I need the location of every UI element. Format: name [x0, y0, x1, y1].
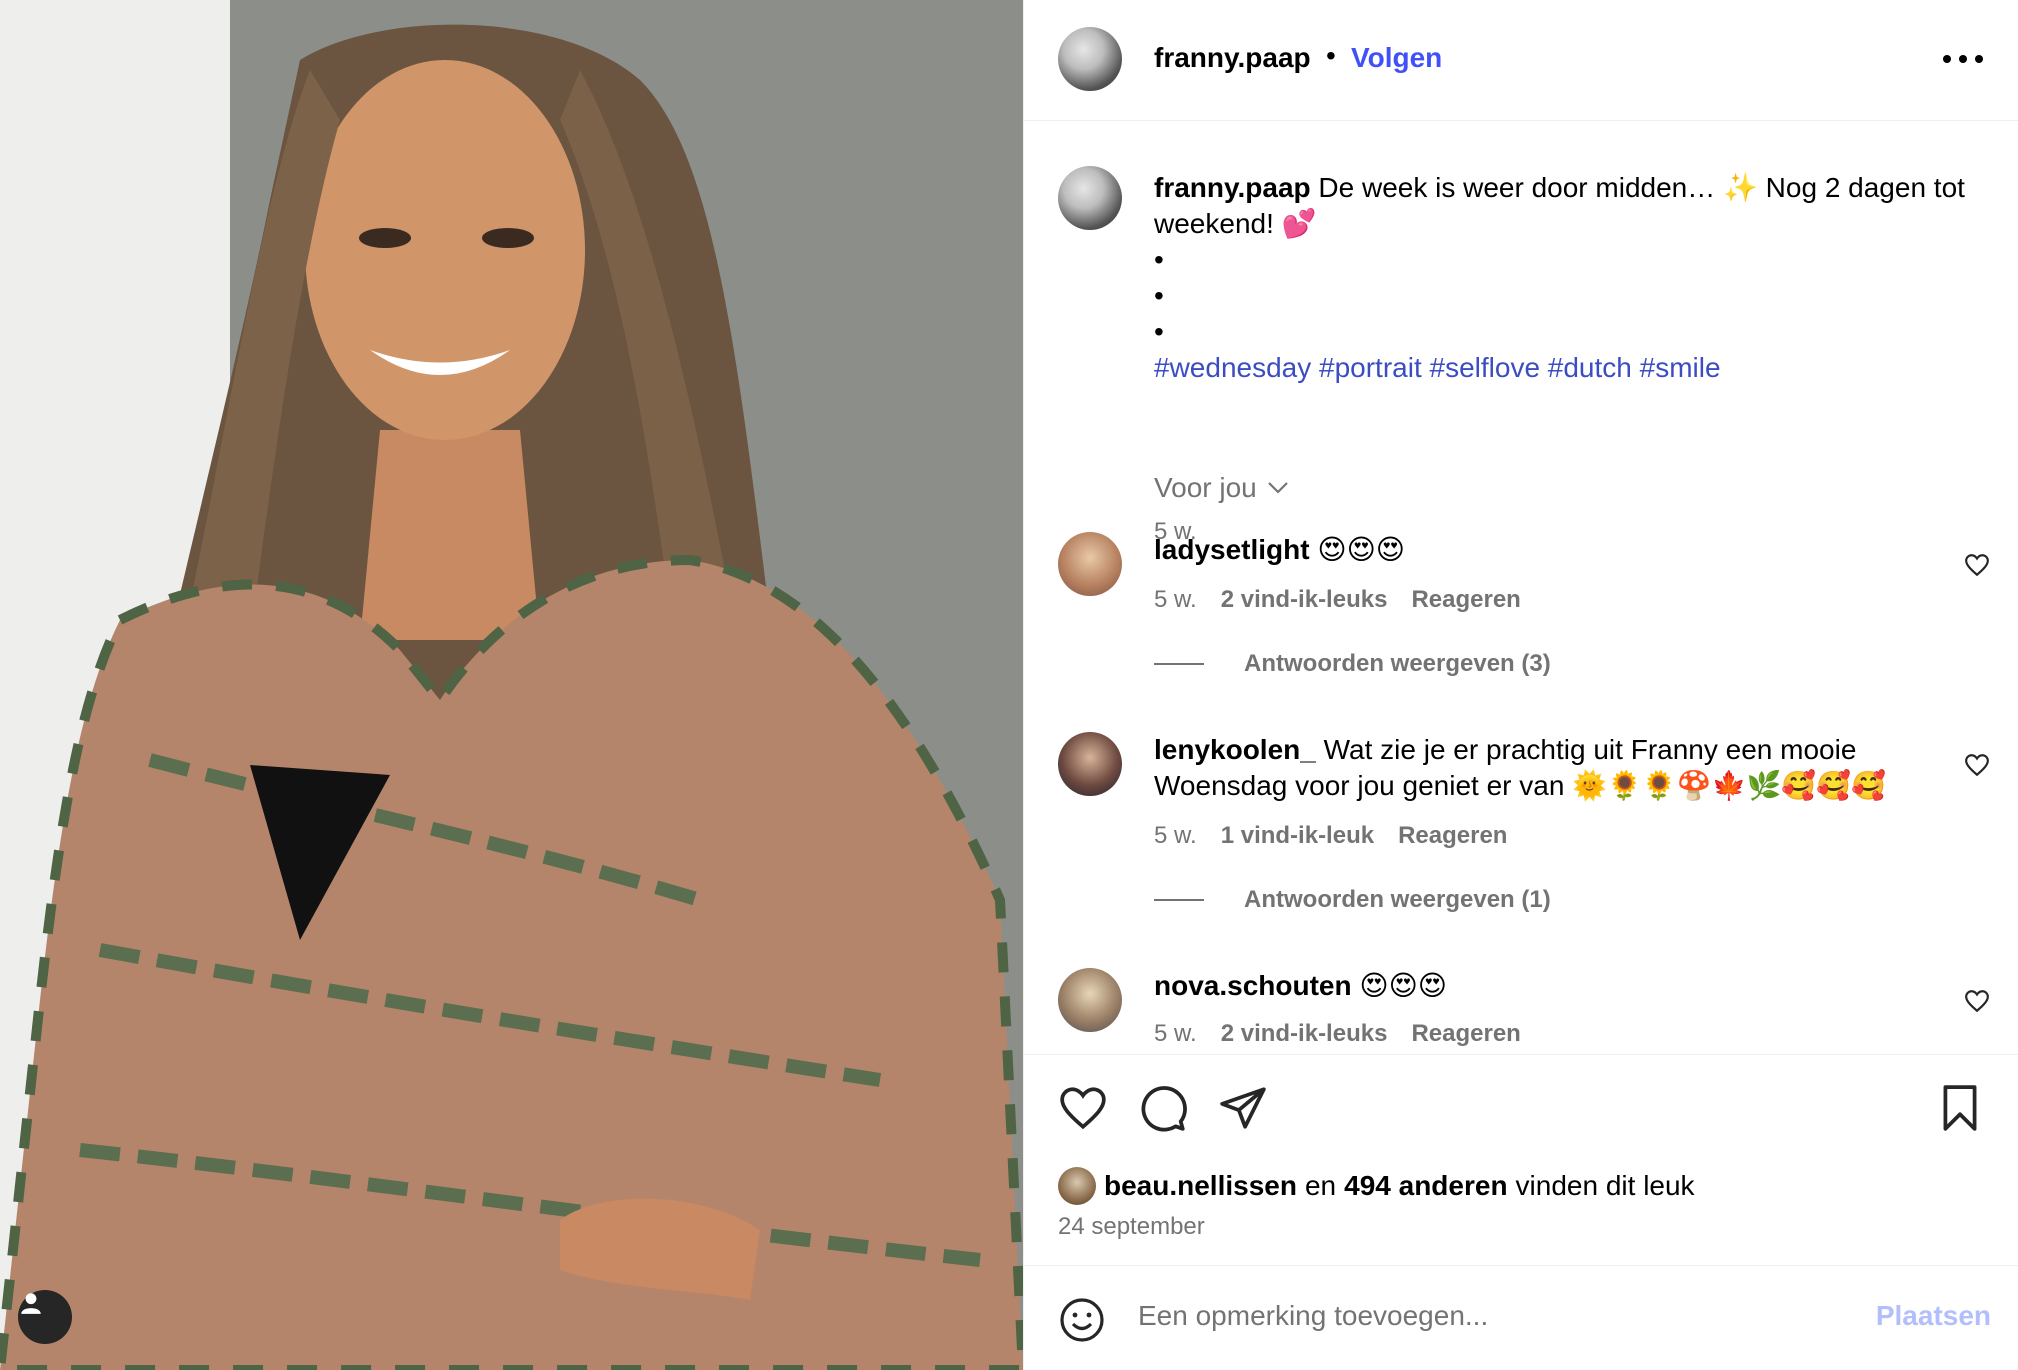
replies-divider: [1154, 663, 1204, 665]
bookmark-icon[interactable]: [1935, 1083, 1985, 1133]
separator-dot: •: [1326, 40, 1336, 71]
commenter-avatar[interactable]: [1058, 532, 1122, 596]
liker-avatar: [1058, 1167, 1096, 1205]
user-icon: [21, 1293, 41, 1314]
more-options-icon[interactable]: [1943, 46, 1983, 72]
comment-text: 😍😍😍: [1317, 534, 1405, 565]
chevron-down-icon: [1267, 482, 1288, 494]
replies-divider: [1154, 899, 1204, 901]
add-comment-bar: Plaatsen: [1024, 1265, 2018, 1370]
commenter-username[interactable]: nova.schouten: [1154, 970, 1352, 1001]
comment-filter-dropdown[interactable]: Voor jou: [1154, 472, 1289, 504]
comment-meta: 5 w. 2 vind-ik-leuks Reageren: [1154, 586, 1521, 614]
bullet: •: [1154, 244, 1164, 275]
post-comment-button[interactable]: Plaatsen: [1876, 1300, 1991, 1332]
view-replies-label: Antwoorden weergeven (3): [1244, 650, 1551, 677]
caption-hashtags[interactable]: #wednesday #portrait #selflove #dutch #s…: [1154, 350, 1994, 386]
view-replies-label: Antwoorden weergeven (1): [1244, 886, 1551, 913]
bullet: •: [1154, 316, 1164, 347]
heart-icon[interactable]: [1964, 552, 1990, 578]
post-photo[interactable]: [0, 0, 1023, 1370]
likes-count[interactable]: 494 anderen: [1344, 1170, 1507, 1202]
likes-summary[interactable]: beau.nellissen en 494 anderen vinden dit…: [1058, 1167, 1695, 1205]
author-username[interactable]: franny.paap: [1154, 42, 1311, 74]
reply-button[interactable]: Reageren: [1411, 1020, 1520, 1048]
view-replies-button[interactable]: Antwoorden weergeven (3): [1154, 650, 1551, 678]
caption-bullets: • • •: [1154, 242, 1994, 350]
post-date[interactable]: 24 september: [1058, 1213, 1205, 1241]
comment-icon[interactable]: [1138, 1083, 1188, 1133]
follow-button[interactable]: Volgen: [1351, 42, 1442, 74]
like-heart-icon[interactable]: [1058, 1083, 1108, 1133]
share-icon[interactable]: [1218, 1083, 1268, 1133]
comment-time[interactable]: 5 w.: [1154, 586, 1197, 614]
liker-username[interactable]: beau.nellissen: [1104, 1170, 1297, 1202]
likes-suffix: vinden dit leuk: [1515, 1170, 1695, 1201]
comment-filter-label: Voor jou: [1154, 472, 1257, 503]
bullet: •: [1154, 280, 1164, 311]
comment-meta: 5 w. 2 vind-ik-leuks Reageren: [1154, 1020, 1521, 1048]
post-sidebar: franny.paap • Volgen franny.paap De week…: [1023, 0, 2018, 1370]
post-header: franny.paap • Volgen: [1024, 0, 2018, 121]
heart-icon[interactable]: [1964, 988, 1990, 1014]
commenter-username[interactable]: ladysetlight: [1154, 534, 1310, 565]
caption-username[interactable]: franny.paap: [1154, 172, 1311, 203]
author-avatar[interactable]: [1058, 27, 1122, 91]
emoji-icon[interactable]: [1058, 1296, 1106, 1344]
comment-likes[interactable]: 2 vind-ik-leuks: [1221, 586, 1388, 614]
caption-avatar[interactable]: [1058, 166, 1122, 230]
commenter-avatar[interactable]: [1058, 968, 1122, 1032]
likes-connector: en: [1304, 1170, 1337, 1201]
comments-scroll-area[interactable]: franny.paap De week is weer door midden……: [1024, 122, 2018, 1054]
view-replies-button[interactable]: Antwoorden weergeven (1): [1154, 886, 1551, 914]
commenter-avatar[interactable]: [1058, 732, 1122, 796]
reply-button[interactable]: Reageren: [1398, 822, 1507, 850]
comment-input[interactable]: [1138, 1300, 1818, 1332]
heart-icon[interactable]: [1964, 752, 1990, 778]
comment-meta: 5 w. 1 vind-ik-leuk Reageren: [1154, 822, 1507, 850]
comment-text: 😍😍😍: [1359, 970, 1447, 1001]
commenter-username[interactable]: lenykoolen_: [1154, 734, 1316, 765]
tagged-users-button[interactable]: [18, 1290, 72, 1344]
portrait-illustration: [0, 0, 1023, 1370]
comment-time[interactable]: 5 w.: [1154, 822, 1197, 850]
comment-likes[interactable]: 1 vind-ik-leuk: [1221, 822, 1374, 850]
comment-time[interactable]: 5 w.: [1154, 1020, 1197, 1048]
reply-button[interactable]: Reageren: [1411, 586, 1520, 614]
comment-likes[interactable]: 2 vind-ik-leuks: [1221, 1020, 1388, 1048]
